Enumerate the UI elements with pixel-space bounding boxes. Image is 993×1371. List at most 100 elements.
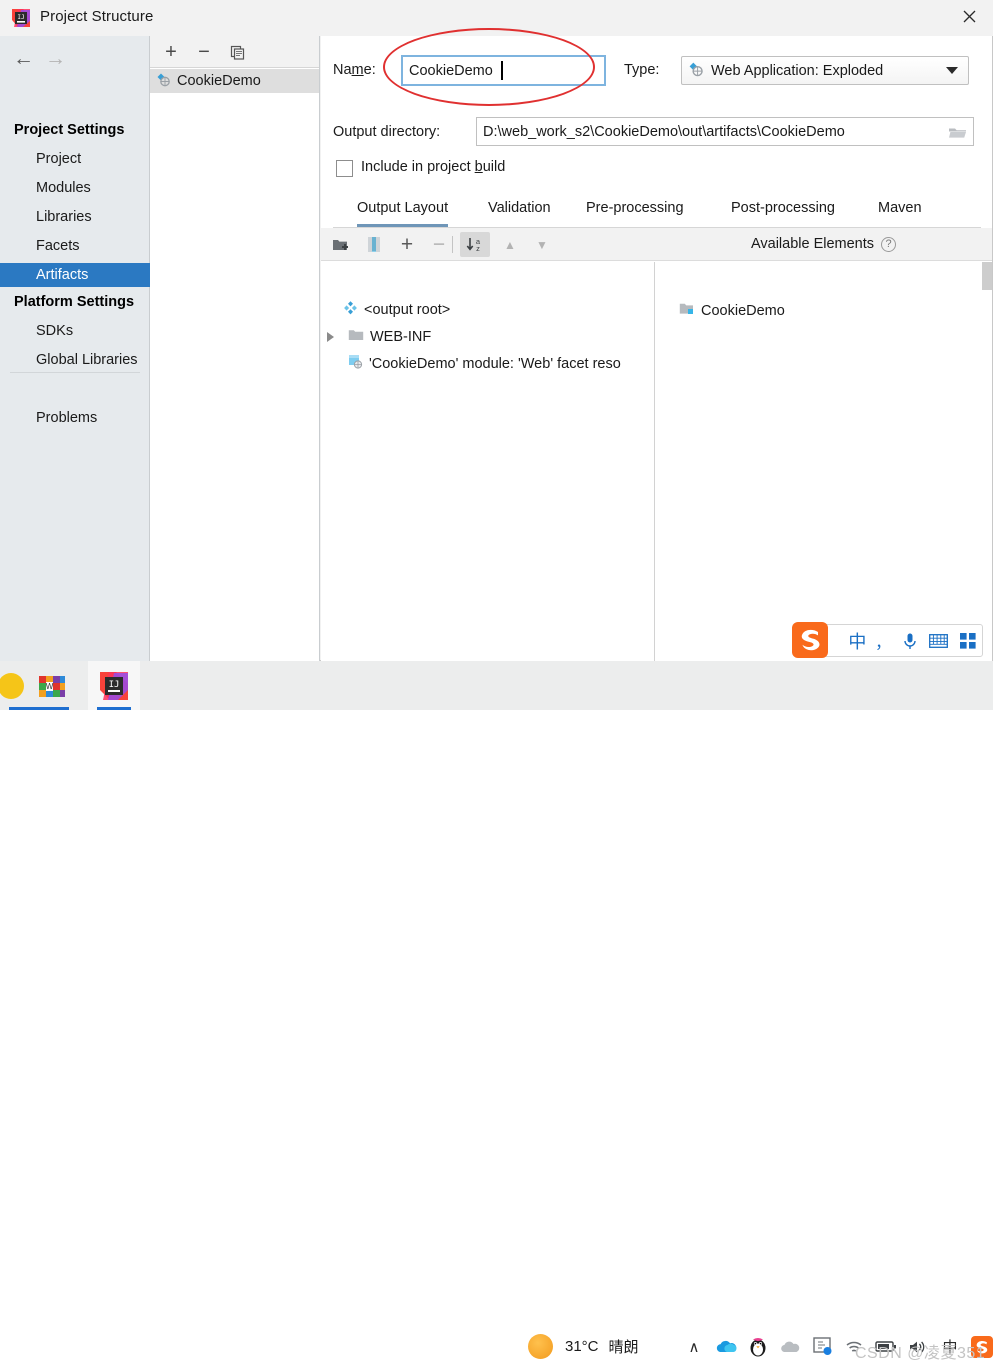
battery-icon[interactable] xyxy=(870,1322,902,1371)
nav-group-project-settings: Project Settings xyxy=(14,122,125,138)
volume-icon[interactable] xyxy=(902,1322,934,1371)
tree-row[interactable]: WEB-INF xyxy=(321,324,654,349)
sun-icon xyxy=(528,1334,553,1359)
tab-post-processing[interactable]: Post-processing xyxy=(731,193,835,227)
tab-validation[interactable]: Validation xyxy=(488,193,551,227)
svg-text:z: z xyxy=(476,244,480,253)
grid-icon[interactable] xyxy=(953,624,982,657)
artifact-tabs: Output Layout Validation Pre-processing … xyxy=(333,193,981,228)
artifacts-toolbar: + − xyxy=(150,36,319,68)
tree-row-label: <output root> xyxy=(364,301,451,318)
name-label: Name: xyxy=(333,62,376,78)
web-artifact-icon xyxy=(688,61,704,81)
folder-icon xyxy=(348,328,364,346)
taskbar-app-intellij[interactable]: IJ xyxy=(88,661,140,710)
artifact-root-icon xyxy=(343,300,358,319)
sort-az-icon[interactable]: a z xyxy=(464,233,486,256)
sogou-tray-icon[interactable] xyxy=(966,1322,993,1371)
windows-taskbar: W IJ 31°C 晴朗 ∧ 中 CSDN @凌夏351 xyxy=(0,661,993,1362)
svg-text:IJ: IJ xyxy=(109,680,120,690)
artifact-list-item-label: CookieDemo xyxy=(177,73,261,89)
type-label: Type: xyxy=(624,62,660,78)
tree-row-label: CookieDemo xyxy=(701,302,785,319)
weather-condition: 晴朗 xyxy=(608,1339,639,1356)
tab-maven[interactable]: Maven xyxy=(878,193,922,227)
dialog-titlebar: IJ Project Structure xyxy=(0,0,993,36)
project-structure-dialog: IJ Project Structure ← → Project Setting… xyxy=(0,0,993,661)
folder-browse-icon[interactable] xyxy=(946,122,968,142)
sidebar-item-modules[interactable]: Modules xyxy=(0,176,150,200)
type-dropdown[interactable]: Web Application: Exploded xyxy=(681,56,969,85)
dialog-title: Project Structure xyxy=(40,8,154,25)
available-elements-tree[interactable]: CookieDemo xyxy=(655,262,992,661)
cloud-sync-icon[interactable] xyxy=(774,1322,806,1371)
sidebar-item-libraries[interactable]: Libraries xyxy=(0,205,150,229)
sogou-logo[interactable] xyxy=(791,621,829,659)
sidebar-item-artifacts[interactable]: Artifacts xyxy=(0,263,150,287)
onedrive-icon[interactable] xyxy=(710,1322,742,1371)
add-artifact-button[interactable]: + xyxy=(158,40,184,64)
help-icon[interactable]: ? xyxy=(881,236,897,252)
remove-artifact-button[interactable]: − xyxy=(191,40,217,64)
settings-sidebar: ← → Project Settings Project Modules Lib… xyxy=(0,36,150,661)
show-hidden-icons[interactable]: ∧ xyxy=(678,1322,710,1371)
ime-punctuation[interactable]: ， xyxy=(870,624,896,657)
sidebar-divider xyxy=(10,372,140,373)
sidebar-item-facets[interactable]: Facets xyxy=(0,234,150,258)
copy-artifact-button[interactable] xyxy=(224,40,250,64)
system-tray: ∧ 中 xyxy=(678,1322,993,1371)
sidebar-item-sdks[interactable]: SDKs xyxy=(0,319,150,343)
move-up-button[interactable]: ▲ xyxy=(499,233,521,256)
keyboard-icon[interactable] xyxy=(924,624,954,657)
sidebar-item-global-libraries[interactable]: Global Libraries xyxy=(0,348,150,372)
available-elements-title: Available Elements xyxy=(750,236,875,252)
tab-pre-processing[interactable]: Pre-processing xyxy=(586,193,684,227)
vertical-scrollbar[interactable] xyxy=(982,262,992,290)
text-caret xyxy=(501,61,503,80)
artifact-editor: Name: Type: Web Application: Exploded Ou… xyxy=(321,36,992,661)
artifact-list-item[interactable]: CookieDemo xyxy=(150,69,319,93)
mic-icon[interactable] xyxy=(896,624,924,657)
chevron-right-icon[interactable] xyxy=(327,331,334,342)
create-directory-button[interactable] xyxy=(329,233,353,256)
remove-button[interactable]: − xyxy=(427,233,451,256)
chevron-down-icon xyxy=(946,67,958,74)
taskbar-weather-widget[interactable]: 31°C 晴朗 xyxy=(528,1322,639,1371)
close-icon[interactable] xyxy=(946,0,993,32)
weather-temperature: 31°C xyxy=(565,1338,599,1355)
screenshot-icon[interactable] xyxy=(806,1322,838,1371)
svg-text:IJ: IJ xyxy=(17,14,24,21)
add-copy-button[interactable]: + xyxy=(395,233,419,256)
desktop-background: IJ Project Structure ← → Project Setting… xyxy=(0,0,993,1362)
sidebar-item-project[interactable]: Project xyxy=(0,147,150,171)
wifi-icon[interactable] xyxy=(838,1322,870,1371)
tree-row-label: 'CookieDemo' module: 'Web' facet reso xyxy=(369,355,621,372)
move-down-button[interactable]: ▼ xyxy=(531,233,553,256)
output-directory-input[interactable] xyxy=(476,117,974,146)
name-input[interactable] xyxy=(401,55,606,86)
ime-mode-chinese[interactable]: 中 xyxy=(845,624,871,657)
tree-row[interactable]: CookieDemo xyxy=(655,298,992,323)
tab-output-layout[interactable]: Output Layout xyxy=(357,193,449,227)
nav-back-icon[interactable]: ← xyxy=(13,46,34,72)
nav-arrows: ← → xyxy=(10,46,80,72)
module-folder-icon xyxy=(679,302,695,320)
tree-row[interactable]: 'CookieDemo' module: 'Web' facet reso xyxy=(321,351,654,376)
facet-resource-icon xyxy=(348,354,363,373)
nav-forward-icon[interactable]: → xyxy=(45,46,66,72)
output-directory-label: Output directory: xyxy=(333,124,441,140)
available-elements-header: Available Elements ? xyxy=(655,228,992,261)
tree-row[interactable]: <output root> xyxy=(321,297,654,322)
include-in-project-build-label: Include in project build xyxy=(361,159,506,175)
svg-text:W: W xyxy=(46,682,54,691)
type-dropdown-value: Web Application: Exploded xyxy=(711,62,884,79)
include-in-project-build-checkbox[interactable] xyxy=(336,160,353,177)
output-layout-tree[interactable]: <output root> WEB-INF 'CookieDemo' modul… xyxy=(321,262,654,661)
taskbar-app-winrar[interactable]: W xyxy=(26,661,78,710)
create-archive-button[interactable] xyxy=(363,233,385,256)
ime-indicator[interactable]: 中 xyxy=(934,1322,966,1371)
qq-icon[interactable] xyxy=(742,1322,774,1371)
nav-group-platform-settings: Platform Settings xyxy=(14,294,135,310)
web-artifact-icon xyxy=(156,72,171,91)
sidebar-item-problems[interactable]: Problems xyxy=(0,406,150,430)
